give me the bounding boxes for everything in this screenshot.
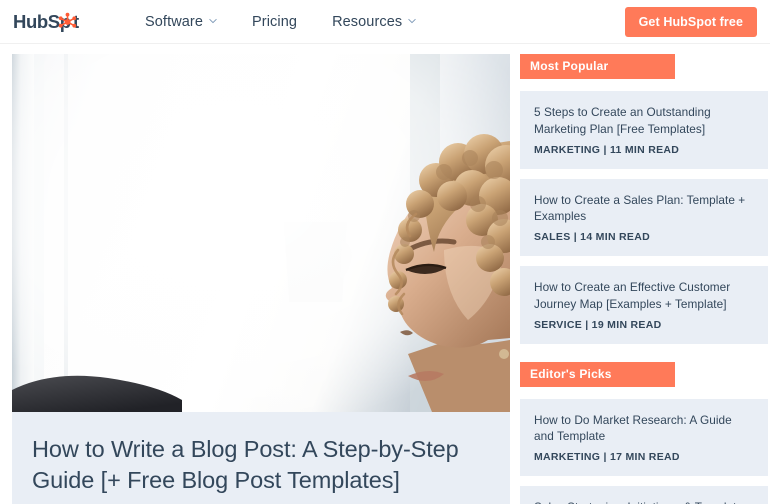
- list-item[interactable]: How to Create a Sales Plan: Template + E…: [520, 178, 768, 256]
- nav-item-pricing[interactable]: Pricing: [252, 14, 297, 30]
- card-title: How to Do Market Research: A Guide and T…: [534, 412, 732, 444]
- nav-item-software[interactable]: Software: [145, 14, 217, 30]
- nav-item-software-label: Software: [145, 13, 204, 30]
- chevron-down-icon: [209, 17, 217, 25]
- card-meta: SERVICE | 19 MIN READ: [534, 318, 662, 331]
- list-item[interactable]: How to Do Market Research: A Guide and T…: [520, 398, 768, 476]
- list-item[interactable]: 5 Steps to Create an Outstanding Marketi…: [520, 91, 768, 169]
- nav-item-resources-label: Resources: [332, 13, 403, 30]
- nav-item-pricing-label: Pricing: [252, 13, 298, 30]
- main-navigation: Software Pricing Resources: [145, 14, 416, 30]
- page-title: How to Write a Blog Post: A Step-by-Step…: [32, 436, 459, 494]
- nav-item-resources[interactable]: Resources: [332, 14, 416, 30]
- card-title: Sales Strategies, Initiatives, & Templat…: [534, 499, 754, 504]
- card-title: How to Create an Effective Customer Jour…: [534, 280, 731, 311]
- hero-photo: [12, 54, 510, 412]
- sidebar: Most Popular 5 Steps to Create an Outsta…: [520, 54, 768, 504]
- card-title: 5 Steps to Create an Outstanding Marketi…: [534, 105, 711, 136]
- card-meta: MARKETING | 17 MIN READ: [534, 451, 680, 463]
- chevron-down-icon: [408, 17, 416, 25]
- card-title: How to Create a Sales Plan: Template + E…: [534, 192, 746, 224]
- featured-article-headline-box[interactable]: How to Write a Blog Post: A Step-by-Step…: [12, 412, 510, 504]
- hubspot-logo[interactable]: HubSp t: [13, 11, 97, 33]
- hubspot-logo-icon: HubSp t: [13, 11, 79, 32]
- get-hubspot-free-button[interactable]: Get HubSpot free: [624, 6, 757, 37]
- list-item[interactable]: How to Create an Effective Customer Jour…: [520, 266, 768, 344]
- card-meta: MARKETING | 11 MIN READ: [534, 143, 680, 156]
- svg-text:t: t: [73, 11, 79, 32]
- section-badge-most-popular: Most Popular: [520, 54, 675, 79]
- card-meta: SALES | 14 MIN READ: [534, 231, 650, 243]
- site-header: HubSp t Software Pricing Resources Get H…: [0, 0, 770, 44]
- featured-article-image[interactable]: [12, 54, 510, 412]
- list-item[interactable]: Sales Strategies, Initiatives, & Templat…: [520, 486, 768, 504]
- page-body: How to Write a Blog Post: A Step-by-Step…: [0, 44, 770, 504]
- svg-text:HubSp: HubSp: [13, 11, 71, 32]
- featured-article[interactable]: How to Write a Blog Post: A Step-by-Step…: [12, 54, 510, 504]
- section-badge-editors-picks: Editor's Picks: [520, 361, 675, 387]
